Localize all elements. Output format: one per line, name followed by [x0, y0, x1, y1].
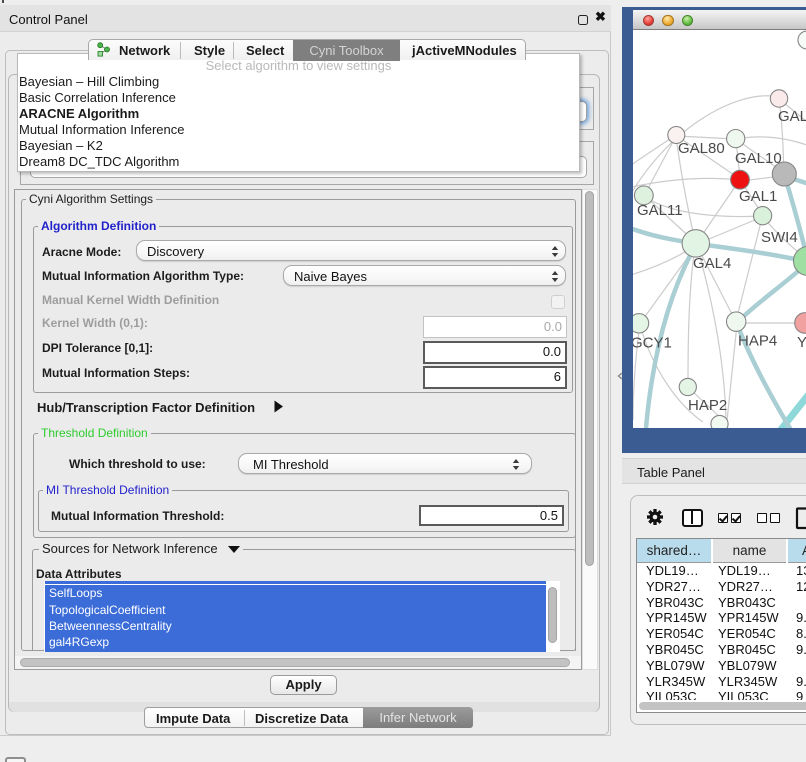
svg-text:Y: Y — [797, 334, 806, 351]
svg-text:GAL11: GAL11 — [637, 202, 683, 219]
svg-text:HAP2: HAP2 — [688, 397, 727, 414]
svg-text:HAP4: HAP4 — [738, 333, 777, 350]
svg-text:SWI4: SWI4 — [761, 229, 798, 246]
svg-text:GCY1: GCY1 — [633, 335, 672, 352]
svg-text:GAL10: GAL10 — [735, 150, 782, 167]
svg-text:GAL: GAL — [778, 108, 806, 125]
svg-text:GAL1: GAL1 — [739, 188, 777, 205]
svg-text:GAL80: GAL80 — [678, 140, 725, 157]
svg-text:GAL4: GAL4 — [693, 255, 731, 272]
